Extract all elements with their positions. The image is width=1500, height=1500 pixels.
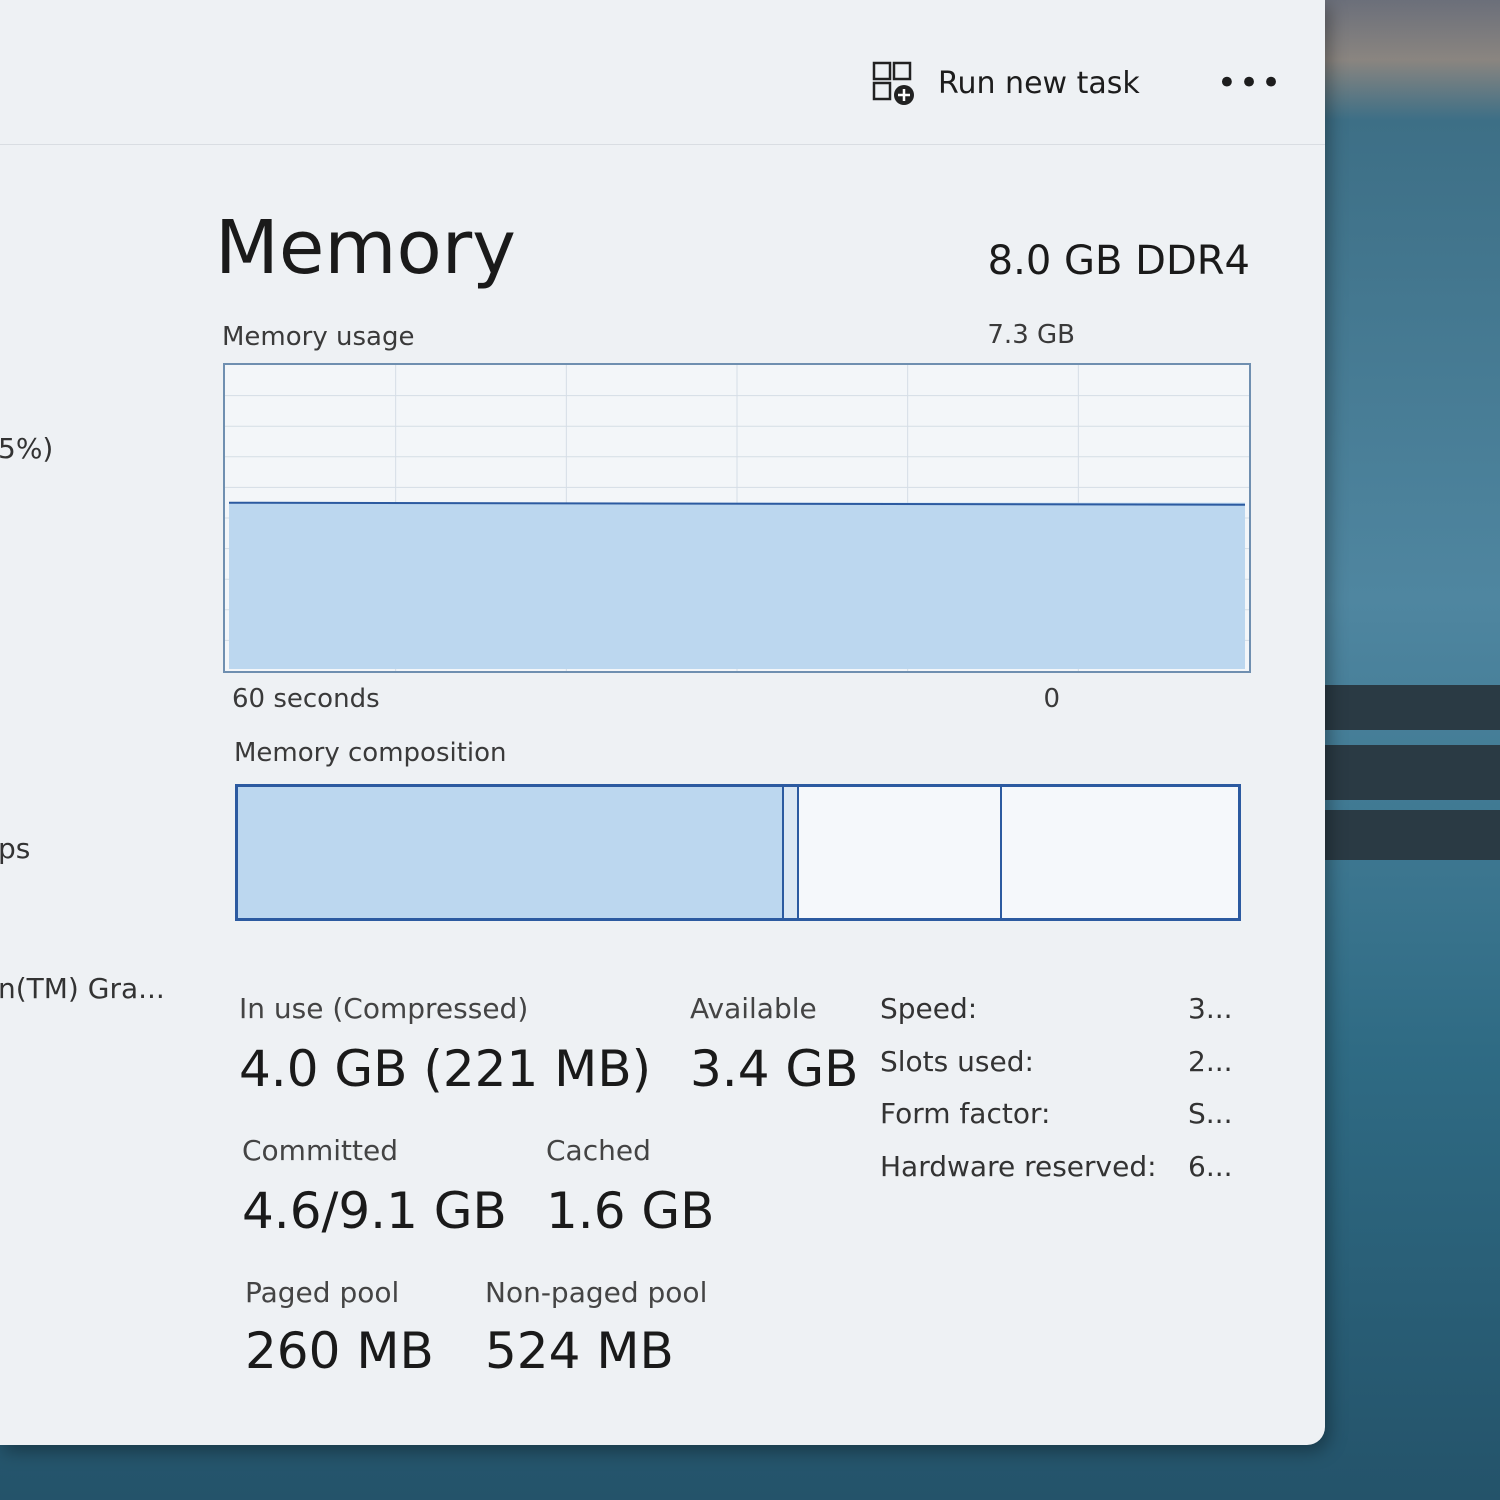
composition-standby[interactable]: [799, 787, 1002, 918]
memory-spec: 8.0 GB DDR4: [987, 238, 1250, 284]
committed-value: 4.6/9.1 GB: [242, 1182, 507, 1240]
memory-composition-bar: [235, 784, 1241, 921]
run-new-task-label: Run new task: [938, 65, 1140, 101]
composition-modified[interactable]: [784, 787, 799, 918]
cached-label: Cached: [546, 1134, 651, 1167]
slots-used-value: 2...: [1188, 1045, 1233, 1078]
committed-label: Committed: [242, 1134, 398, 1167]
toolbar: Run new task •••: [0, 0, 1325, 145]
composition-free[interactable]: [1002, 787, 1238, 918]
non-paged-pool-value: 524 MB: [485, 1322, 674, 1380]
backdrop-rock: [1300, 745, 1500, 800]
hardware-reserved-value: 6...: [1188, 1150, 1233, 1183]
more-options-button[interactable]: •••: [1215, 58, 1285, 108]
slots-used-label: Slots used:: [880, 1045, 1034, 1078]
sidebar-item-fragment[interactable]: ps: [0, 832, 30, 865]
usage-graph-svg: [225, 365, 1249, 671]
available-value: 3.4 GB: [690, 1040, 859, 1098]
sidebar-item-fragment[interactable]: n(TM) Gra...: [0, 972, 165, 1005]
speed-label: Speed:: [880, 992, 978, 1025]
in-use-label: In use (Compressed): [239, 992, 529, 1025]
form-factor-value: S...: [1188, 1097, 1233, 1130]
graph-time-right: 0: [1043, 684, 1060, 714]
cached-value: 1.6 GB: [546, 1182, 715, 1240]
composition-in-use[interactable]: [238, 787, 784, 918]
run-new-task-button[interactable]: Run new task: [870, 55, 1170, 111]
task-manager-window: Run new task ••• 5%) ps n(TM) Gra... Mem…: [0, 0, 1325, 1445]
paged-pool-value: 260 MB: [245, 1322, 434, 1380]
page-title: Memory: [215, 205, 516, 291]
non-paged-pool-label: Non-paged pool: [485, 1276, 708, 1309]
usage-area: [229, 502, 1245, 669]
memory-usage-graph: [223, 363, 1251, 673]
graph-time-left: 60 seconds: [232, 684, 380, 714]
form-factor-label: Form factor:: [880, 1097, 1051, 1130]
backdrop-rock: [1300, 685, 1500, 730]
hardware-reserved-label: Hardware reserved:: [880, 1150, 1157, 1183]
available-label: Available: [690, 992, 817, 1025]
speed-value: 3...: [1188, 992, 1233, 1025]
in-use-value: 4.0 GB (221 MB): [239, 1040, 652, 1098]
backdrop-rock: [1300, 810, 1500, 860]
memory-usage-label: Memory usage: [222, 322, 415, 352]
memory-usage-max: 7.3 GB: [987, 320, 1075, 350]
memory-composition-label: Memory composition: [234, 738, 507, 768]
run-task-icon: [872, 61, 914, 105]
sidebar-item-fragment[interactable]: 5%): [0, 432, 53, 465]
paged-pool-label: Paged pool: [245, 1276, 400, 1309]
